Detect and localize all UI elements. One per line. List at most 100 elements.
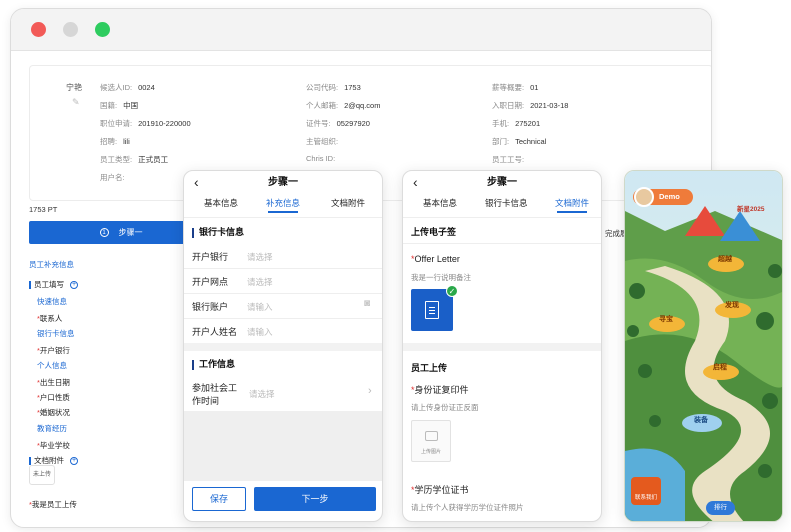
contact-us-label: 联系我们 (634, 495, 657, 501)
phone-title: 步骤一 (268, 177, 298, 188)
info-field: 员工工号: (492, 154, 530, 165)
degree-label: *学历学位证书 (411, 485, 469, 495)
upload-image-button[interactable]: 上传图片 (411, 420, 451, 462)
divider (403, 243, 601, 244)
tab-basic-info[interactable]: 基本信息 (204, 197, 238, 209)
info-field: 部门: Technical (492, 136, 546, 147)
info-field: Chris ID: (306, 154, 341, 163)
add-icon[interactable]: + (70, 457, 78, 466)
next-step-button[interactable]: 下一步 (254, 487, 376, 511)
info-field-key: 国籍: (100, 101, 118, 110)
camera-icon[interactable]: ◙ (364, 298, 370, 309)
avatar-name: 宁艳 (66, 83, 82, 92)
empty-area (184, 411, 382, 481)
tab-bank-card-info[interactable]: 银行卡信息 (485, 197, 528, 209)
info-field-key: 公司代码: (306, 83, 339, 92)
section-label: 工作信息 (199, 359, 236, 369)
bank-branch-select[interactable]: 请选择 (247, 276, 273, 288)
mobile-step-attachments: ‹ 步骤一 基本信息 银行卡信息 文档附件 上传电子签 *Offer Lette… (402, 170, 602, 522)
close-window-button[interactable] (31, 22, 46, 37)
camera-icon (425, 431, 438, 441)
info-field-value: 2@qq.com (344, 101, 381, 110)
sidebar-item-education[interactable]: 教育经历 (37, 423, 67, 434)
minimize-window-button[interactable] (63, 22, 78, 37)
info-field-value: 201910-220000 (138, 119, 191, 128)
window-titlebar (11, 9, 711, 51)
bank-account-input[interactable]: 请输入 (247, 301, 273, 313)
ranking-button[interactable]: 排行 (706, 501, 735, 515)
info-field-key: 主管组织: (306, 137, 339, 146)
save-button[interactable]: 保存 (192, 487, 246, 511)
bank-name-select[interactable]: 请选择 (247, 251, 273, 263)
info-field: 个人邮箱: 2@qq.com (306, 100, 380, 111)
info-field: 主管组织: (306, 136, 344, 147)
back-chevron-icon[interactable]: ‹ (194, 171, 199, 193)
employee-upload-text: 我是员工上传 (31, 500, 77, 509)
tab-supplement-info[interactable]: 补充信息 (266, 197, 300, 213)
edit-icon[interactable]: ✎ (72, 97, 80, 108)
station-qicheng[interactable]: 启程 (707, 361, 733, 375)
id-copy-label: *身份证复印件 (411, 385, 469, 395)
id-copy-text: 身份证复印件 (414, 385, 469, 395)
sidebar-group-employee[interactable]: 员工填写 + (29, 279, 78, 290)
info-field: 公司代码: 1753 (306, 82, 361, 93)
degree-text: 学历学位证书 (414, 485, 469, 495)
info-field-key: 职位申请: (100, 119, 133, 128)
divider (403, 217, 601, 218)
info-field-value: 275201 (515, 119, 541, 128)
sidebar-subitem-marital: *婚姻状况 (37, 408, 70, 417)
id-copy-note: 请上传身份证正反面 (411, 403, 479, 412)
add-icon[interactable]: + (70, 281, 78, 290)
maximize-window-button[interactable] (95, 22, 110, 37)
upload-caption: 上传图片 (420, 449, 441, 455)
phone-tabs: 基本信息 银行卡信息 文档附件 (403, 197, 601, 217)
info-field: 薪等概要: 01 (492, 82, 538, 93)
station-faxian[interactable]: 发现 (719, 299, 745, 313)
sidebar-subitem-label: 户口性质 (39, 393, 70, 402)
sidebar-subitem-contact: *联系人 (37, 314, 63, 323)
offer-letter-text: Offer Letter (414, 254, 460, 264)
section-marker-icon (192, 359, 194, 370)
sidebar-item-bank-card[interactable]: 银行卡信息 (37, 328, 75, 339)
info-field: 入职日期: 2021-03-18 (492, 100, 568, 111)
company-pt-label: 1753 PT (29, 205, 58, 214)
section-gap (184, 343, 382, 351)
section-marker-icon (192, 227, 194, 238)
sign-section-title: 上传电子签 (411, 227, 457, 237)
onboarding-game-map: Demo 新星2025 超越 发现 寻宝 启程 装备 联系我们 排行 (624, 170, 783, 522)
demo-user-badge[interactable]: Demo (633, 187, 693, 207)
back-chevron-icon[interactable]: ‹ (413, 171, 418, 193)
info-field-key: 薪等概要: (492, 83, 525, 92)
step-one-label: 步骤一 (118, 228, 143, 237)
sidebar-subitem-label: 出生日期 (39, 378, 70, 387)
account-holder-input[interactable]: 请输入 (247, 326, 273, 338)
info-field-value: 中国 (123, 101, 139, 110)
offer-letter-document[interactable] (411, 289, 453, 331)
info-field-value: 01 (530, 83, 539, 92)
info-field-value: 05297920 (336, 119, 370, 128)
station-xunbao[interactable]: 寻宝 (653, 313, 679, 327)
bank-account-label: 银行账户 (192, 302, 229, 312)
tab-basic-info[interactable]: 基本信息 (423, 197, 457, 209)
divider (184, 318, 382, 319)
bank-section-title: 银行卡信息 (192, 225, 244, 238)
sidebar-item-personal-info[interactable]: 个人信息 (37, 360, 67, 371)
work-section-title: 工作信息 (192, 357, 235, 370)
tab-attachments[interactable]: 文档附件 (555, 197, 589, 213)
tab-attachments[interactable]: 文档附件 (331, 197, 365, 209)
info-field: 手机: 275201 (492, 118, 540, 129)
info-field: 用户名: (100, 172, 131, 183)
document-icon (425, 301, 439, 319)
sidebar-item-quick-info[interactable]: 快速信息 (37, 296, 67, 307)
info-field-value: 1753 (344, 83, 361, 92)
not-uploaded-box[interactable]: 未上传 (29, 465, 55, 485)
screenshot-stage: 宁艳 ✎ 候选人ID: 0024 公司代码: 1753 薪等概要: 01 国籍: 中国 个人邮箱… (0, 0, 791, 532)
phone-tabs: 基本信息 补充信息 文档附件 (184, 197, 382, 217)
contact-us-button[interactable]: 联系我们 (631, 477, 661, 505)
work-start-select[interactable]: 请选择 (249, 388, 275, 400)
employee-upload-label: *我是员工上传 (29, 500, 77, 509)
station-chaoyue[interactable]: 超越 (712, 253, 738, 267)
mobile-step-supplement: ‹ 步骤一 基本信息 补充信息 文档附件 银行卡信息 开户银行 请选择 开户网点… (183, 170, 383, 522)
info-field-key: 员工类型: (100, 155, 133, 164)
station-zhuangbei[interactable]: 装备 (688, 414, 714, 428)
